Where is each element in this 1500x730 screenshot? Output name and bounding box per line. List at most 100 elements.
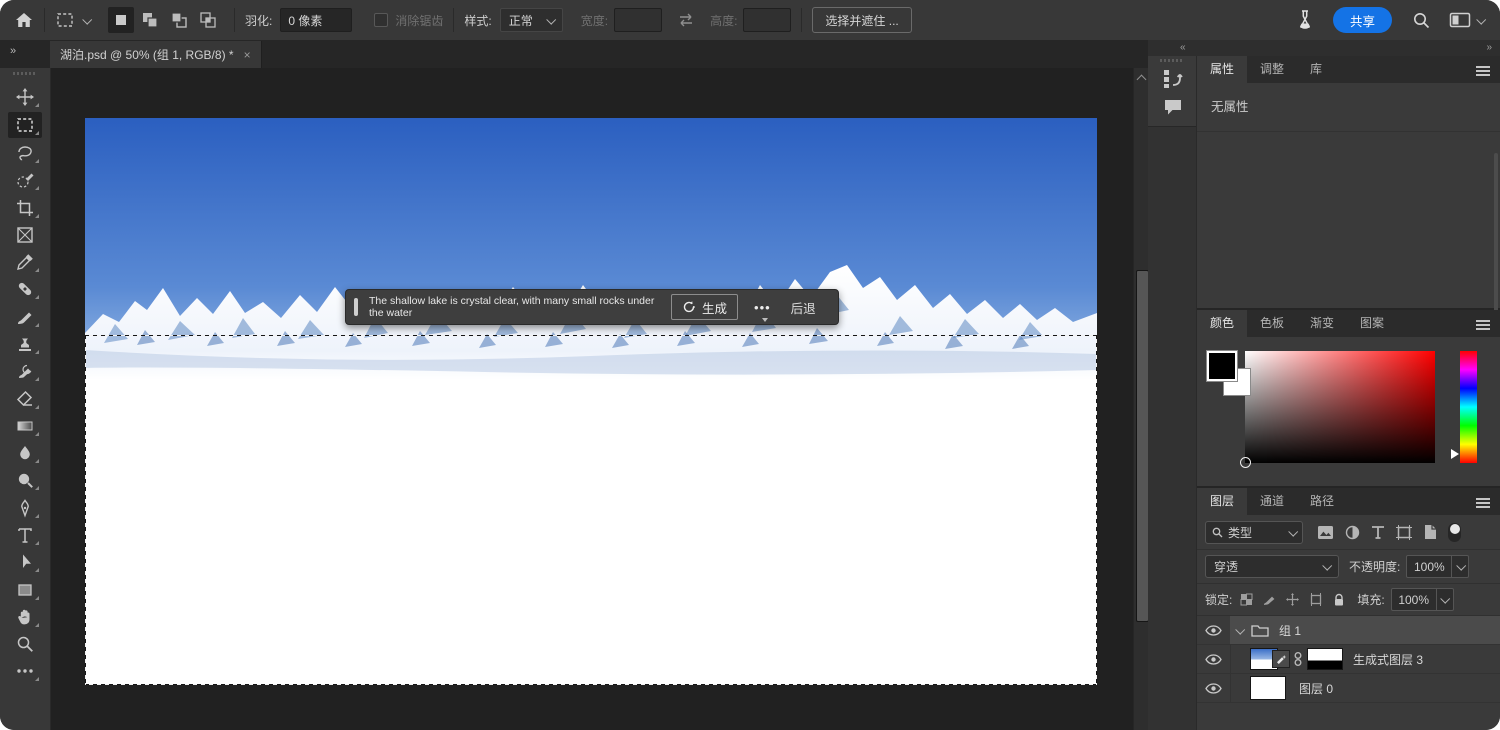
tool-rectangular-marquee[interactable] bbox=[8, 112, 42, 138]
tool-blur[interactable] bbox=[8, 440, 42, 466]
fill-dropdown[interactable] bbox=[1436, 588, 1454, 611]
tool-pen[interactable] bbox=[8, 495, 42, 521]
eye-icon[interactable] bbox=[1205, 624, 1222, 636]
width-input[interactable] bbox=[614, 8, 663, 32]
visibility-cell[interactable] bbox=[1197, 616, 1231, 644]
search-icon[interactable] bbox=[1412, 11, 1431, 30]
tool-hand[interactable] bbox=[8, 604, 42, 630]
visibility-cell[interactable] bbox=[1197, 674, 1231, 702]
layer-mask-thumbnail[interactable] bbox=[1307, 648, 1343, 670]
tool-eraser[interactable] bbox=[8, 386, 42, 412]
canvas-area[interactable] bbox=[51, 68, 1133, 730]
fill-value[interactable]: 100% bbox=[1390, 588, 1437, 611]
tool-preset-marquee[interactable] bbox=[55, 10, 93, 30]
tool-frame[interactable] bbox=[8, 222, 42, 248]
intersect-selection-mode-button[interactable] bbox=[195, 7, 221, 33]
tool-path-selection[interactable] bbox=[8, 549, 42, 575]
filter-toggle[interactable] bbox=[1448, 522, 1461, 542]
style-select[interactable]: 正常 bbox=[499, 8, 563, 32]
subtract-from-selection-mode-button[interactable] bbox=[166, 7, 192, 33]
filter-adjustment-icon[interactable] bbox=[1345, 525, 1360, 540]
lock-pixels-icon[interactable] bbox=[1263, 593, 1276, 606]
swap-dimensions-icon[interactable] bbox=[676, 12, 696, 28]
close-tab-icon[interactable]: × bbox=[244, 48, 251, 62]
tool-zoom[interactable] bbox=[8, 631, 42, 657]
feather-input[interactable]: 0 像素 bbox=[280, 8, 353, 32]
panel-menu-icon[interactable] bbox=[1476, 320, 1490, 322]
more-options-button[interactable]: ••• bbox=[754, 300, 771, 322]
select-and-mask-button[interactable]: 选择并遮住 ... bbox=[812, 7, 912, 33]
mask-link-icon[interactable] bbox=[1294, 651, 1302, 667]
hue-pointer[interactable] bbox=[1451, 449, 1459, 459]
panel-grip[interactable] bbox=[1160, 59, 1184, 62]
panel-scrollbar[interactable] bbox=[1494, 153, 1498, 333]
visibility-cell[interactable] bbox=[1197, 645, 1231, 673]
layer-name[interactable]: 生成式图层 3 bbox=[1353, 651, 1423, 668]
tool-eyedropper[interactable] bbox=[8, 249, 42, 275]
blend-mode-select[interactable]: 穿透 bbox=[1205, 555, 1339, 578]
tab-gradients[interactable]: 渐变 bbox=[1297, 310, 1347, 337]
layer-row-generative-layer-3[interactable]: 生成式图层 3 bbox=[1197, 645, 1500, 674]
prompt-text[interactable]: The shallow lake is crystal clear, with … bbox=[369, 295, 671, 320]
layer-thumbnail[interactable] bbox=[1250, 676, 1286, 700]
layer-name[interactable]: 图层 0 bbox=[1299, 680, 1333, 697]
new-selection-mode-button[interactable] bbox=[108, 7, 134, 33]
opacity-value[interactable]: 100% bbox=[1406, 555, 1453, 578]
workspace-switcher[interactable] bbox=[1449, 11, 1487, 29]
saturation-brightness-field[interactable] bbox=[1240, 351, 1435, 468]
toolbar-collapse-icon[interactable]: » bbox=[10, 45, 17, 57]
layer-row-group-1[interactable]: 组 1 bbox=[1197, 616, 1500, 645]
expand-dock-icon[interactable]: » bbox=[1486, 42, 1492, 53]
back-button[interactable]: 后退 bbox=[791, 298, 816, 317]
lock-transparency-icon[interactable] bbox=[1240, 593, 1253, 606]
lock-position-icon[interactable] bbox=[1286, 593, 1300, 606]
tool-type[interactable] bbox=[8, 522, 42, 548]
tool-clone-stamp[interactable] bbox=[8, 331, 42, 357]
color-cursor[interactable] bbox=[1240, 457, 1251, 468]
tab-layers[interactable]: 图层 bbox=[1197, 488, 1248, 515]
generate-button[interactable]: 生成 bbox=[671, 294, 739, 320]
panel-grip[interactable] bbox=[13, 72, 37, 75]
tool-history-brush[interactable] bbox=[8, 358, 42, 384]
drag-handle[interactable] bbox=[354, 298, 358, 316]
tool-crop[interactable] bbox=[8, 195, 42, 221]
add-to-selection-mode-button[interactable] bbox=[137, 7, 163, 33]
tech-preview-flask-icon[interactable] bbox=[1295, 9, 1315, 31]
tab-paths[interactable]: 路径 bbox=[1297, 488, 1347, 515]
home-icon[interactable] bbox=[14, 10, 34, 30]
hue-slider[interactable] bbox=[1451, 351, 1477, 463]
group-expand-chevron[interactable] bbox=[1235, 624, 1246, 635]
height-input[interactable] bbox=[743, 8, 792, 32]
panel-menu-icon[interactable] bbox=[1476, 66, 1490, 68]
tool-spot-healing-brush[interactable] bbox=[8, 276, 42, 302]
opacity-dropdown[interactable] bbox=[1452, 555, 1470, 578]
canvas-vertical-scrollbar[interactable] bbox=[1133, 68, 1149, 730]
eye-icon[interactable] bbox=[1205, 682, 1222, 694]
lock-all-icon[interactable] bbox=[1333, 593, 1345, 607]
history-panel-icon[interactable] bbox=[1162, 68, 1184, 90]
document-canvas[interactable] bbox=[85, 118, 1097, 685]
tool-dodge[interactable] bbox=[8, 467, 42, 493]
tab-adjustments[interactable]: 调整 bbox=[1247, 56, 1297, 83]
foreground-color-swatch[interactable] bbox=[1206, 350, 1238, 382]
tool-gradient[interactable] bbox=[8, 413, 42, 439]
tool-rectangle-shape[interactable] bbox=[8, 577, 42, 603]
document-tab[interactable]: 湖泊.psd @ 50% (组 1, RGB/8) * × bbox=[50, 41, 262, 68]
collapse-dock-icon[interactable]: « bbox=[1180, 42, 1186, 53]
filter-shape-icon[interactable] bbox=[1396, 524, 1412, 540]
eye-icon[interactable] bbox=[1205, 653, 1222, 665]
generative-fill-prompt-bar[interactable]: The shallow lake is crystal clear, with … bbox=[345, 289, 839, 325]
tool-object-selection[interactable] bbox=[8, 167, 42, 193]
filter-image-icon[interactable] bbox=[1317, 525, 1334, 540]
filter-type-select[interactable]: 类型 bbox=[1205, 520, 1303, 544]
filter-smart-object-icon[interactable] bbox=[1423, 524, 1437, 540]
tab-swatches[interactable]: 色板 bbox=[1247, 310, 1297, 337]
filter-type-icon[interactable] bbox=[1371, 525, 1385, 540]
antialias-checkbox[interactable] bbox=[374, 13, 389, 27]
tool-lasso[interactable] bbox=[8, 140, 42, 166]
tab-channels[interactable]: 通道 bbox=[1247, 488, 1297, 515]
tab-color[interactable]: 颜色 bbox=[1197, 310, 1248, 337]
edit-toolbar-button[interactable] bbox=[8, 658, 42, 684]
tab-libraries[interactable]: 库 bbox=[1297, 56, 1335, 83]
layer-row-layer-0[interactable]: 图层 0 bbox=[1197, 674, 1500, 703]
